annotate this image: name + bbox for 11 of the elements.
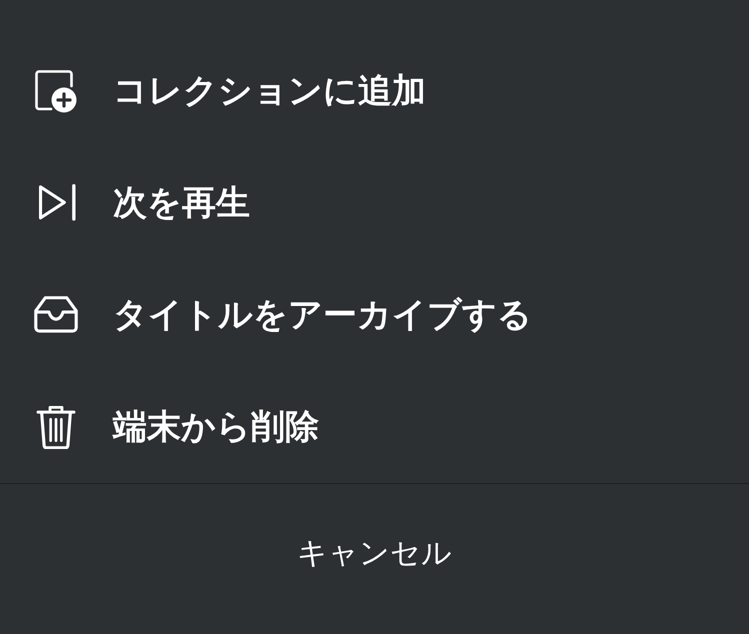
action-menu-item[interactable]: タイトルをアーカイブする	[0, 259, 749, 371]
action-menu-item[interactable]: 次を再生	[0, 147, 749, 259]
action-label: 端末から削除	[113, 406, 319, 448]
action-menu-item[interactable]: コレクションに追加	[0, 35, 749, 147]
trash-icon	[34, 405, 78, 449]
action-label: タイトルをアーカイブする	[113, 294, 532, 336]
collection-plus-icon	[34, 69, 78, 113]
action-label: 次を再生	[113, 182, 250, 224]
action-label: コレクションに追加	[113, 70, 426, 112]
action-menu-item[interactable]: 端末から削除	[0, 371, 749, 483]
cancel-button[interactable]: キャンセル	[285, 524, 464, 582]
